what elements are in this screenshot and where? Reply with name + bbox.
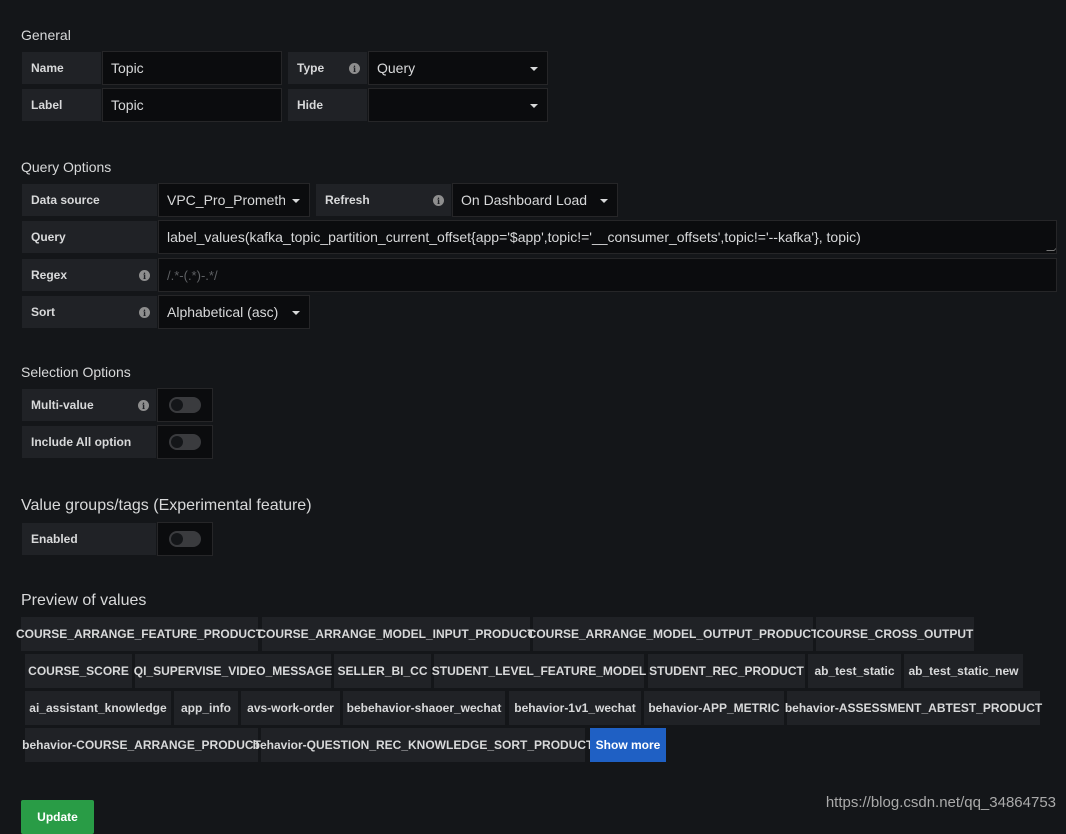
preview-tag: behavior-ASSESSMENT_ABTEST_PRODUCT [785, 691, 1042, 725]
name-input[interactable]: Topic [102, 51, 282, 85]
datasource-label-text: Data source [31, 193, 100, 207]
refresh-label-text: Refresh [325, 193, 370, 207]
preview-tag: QI_SUPERVISE_VIDEO_MESSAGE [134, 654, 332, 688]
type-select[interactable]: Query [368, 51, 548, 85]
query-label: Query [21, 220, 158, 254]
preview-tag: ab_test_static_new [904, 654, 1023, 688]
preview-tag: COURSE_SCORE [25, 654, 132, 688]
refresh-label: Refresh i [315, 183, 452, 217]
resize-handle-icon[interactable] [1046, 243, 1056, 251]
query-label-text: Query [31, 230, 66, 244]
enabled-label-text: Enabled [31, 532, 78, 546]
preview-tag: COURSE_ARRANGE_MODEL_INPUT_PRODUCT [257, 617, 535, 651]
toggle-track [169, 531, 201, 547]
regex-label: Regex i [21, 258, 158, 292]
hide-select[interactable] [368, 88, 548, 122]
chevron-down-icon [600, 199, 608, 203]
sort-label-text: Sort [31, 305, 55, 319]
query-textarea-value: label_values(kafka_topic_partition_curre… [167, 229, 861, 245]
sort-select[interactable]: Alphabetical (asc) [158, 295, 310, 329]
enabled-toggle[interactable] [157, 522, 213, 556]
hide-label-text: Hide [297, 98, 324, 112]
label-label-text: Label [31, 98, 63, 112]
preview-tag: app_info [174, 691, 238, 725]
preview-tag: ab_test_static [808, 654, 901, 688]
info-icon[interactable]: i [139, 270, 150, 281]
preview-tag: behavior-APP_METRIC [644, 691, 784, 725]
info-icon[interactable]: i [138, 400, 149, 411]
sort-select-value: Alphabetical (asc) [167, 304, 279, 320]
update-button[interactable]: Update [21, 800, 94, 834]
regex-label-text: Regex [31, 268, 68, 282]
chevron-down-icon [292, 199, 300, 203]
chevron-down-icon [530, 104, 538, 108]
sort-label: Sort i [21, 295, 158, 329]
preview-tag: behavior-COURSE_ARRANGE_PRODUCT [22, 728, 261, 762]
multi-value-toggle[interactable] [157, 388, 213, 422]
toggle-knob [171, 399, 183, 411]
preview-section-title: Preview of values [21, 592, 147, 609]
info-icon[interactable]: i [349, 63, 360, 74]
query-options-section-title: Query Options [21, 159, 112, 175]
datasource-select[interactable]: VPC_Pro_Prometh [158, 183, 310, 217]
preview-tag: STUDENT_REC_PRODUCT [648, 654, 805, 688]
label-label: Label [21, 88, 102, 122]
info-icon[interactable]: i [139, 307, 150, 318]
general-section-title: General [21, 27, 71, 43]
toggle-knob [171, 436, 183, 448]
preview-tag: SELLER_BI_CC [334, 654, 431, 688]
name-label-text: Name [31, 61, 64, 75]
preview-tag: COURSE_CROSS_OUTPUT [816, 617, 974, 651]
include-all-label: Include All option [21, 425, 157, 459]
type-label-text: Type [297, 61, 325, 75]
show-more-button[interactable]: Show more [590, 728, 666, 762]
include-all-label-text: Include All option [31, 435, 132, 449]
refresh-select-value: On Dashboard Load [461, 192, 588, 208]
enabled-label: Enabled [21, 522, 157, 556]
toggle-knob [171, 533, 183, 545]
chevron-down-icon [530, 67, 538, 71]
watermark: https://blog.csdn.net/qq_34864753 [825, 794, 1056, 811]
multi-value-label-text: Multi-value [31, 398, 94, 412]
toggle-track [169, 434, 201, 450]
datasource-label: Data source [21, 183, 158, 217]
name-label: Name [21, 51, 102, 85]
datasource-select-value: VPC_Pro_Prometh [167, 192, 285, 208]
preview-tag: behavior-QUESTION_REC_KNOWLEDGE_SORT_PRO… [253, 728, 593, 762]
regex-input[interactable]: /.*-(.*)-.*/ [158, 258, 1057, 292]
preview-tag: COURSE_ARRANGE_FEATURE_PRODUCT [16, 617, 263, 651]
toggle-track [169, 397, 201, 413]
type-label: Type i [287, 51, 368, 85]
preview-tag: avs-work-order [241, 691, 340, 725]
hide-label: Hide [287, 88, 368, 122]
query-textarea[interactable]: label_values(kafka_topic_partition_curre… [158, 220, 1057, 254]
preview-tag: ai_assistant_knowledge [25, 691, 171, 725]
selection-options-section-title: Selection Options [21, 364, 131, 380]
info-icon[interactable]: i [433, 195, 444, 206]
preview-tag: bebehavior-shaoer_wechat [343, 691, 505, 725]
refresh-select[interactable]: On Dashboard Load [452, 183, 618, 217]
label-input[interactable]: Topic [102, 88, 282, 122]
preview-tag: behavior-1v1_wechat [509, 691, 641, 725]
value-groups-section-title: Value groups/tags (Experimental feature) [21, 497, 312, 514]
preview-tag: COURSE_ARRANGE_MODEL_OUTPUT_PRODUCT [528, 617, 818, 651]
multi-value-label: Multi-value i [21, 388, 157, 422]
preview-tag: STUDENT_LEVEL_FEATURE_MODEL [432, 654, 646, 688]
chevron-down-icon [292, 311, 300, 315]
type-select-value: Query [377, 60, 416, 76]
include-all-toggle[interactable] [157, 425, 213, 459]
